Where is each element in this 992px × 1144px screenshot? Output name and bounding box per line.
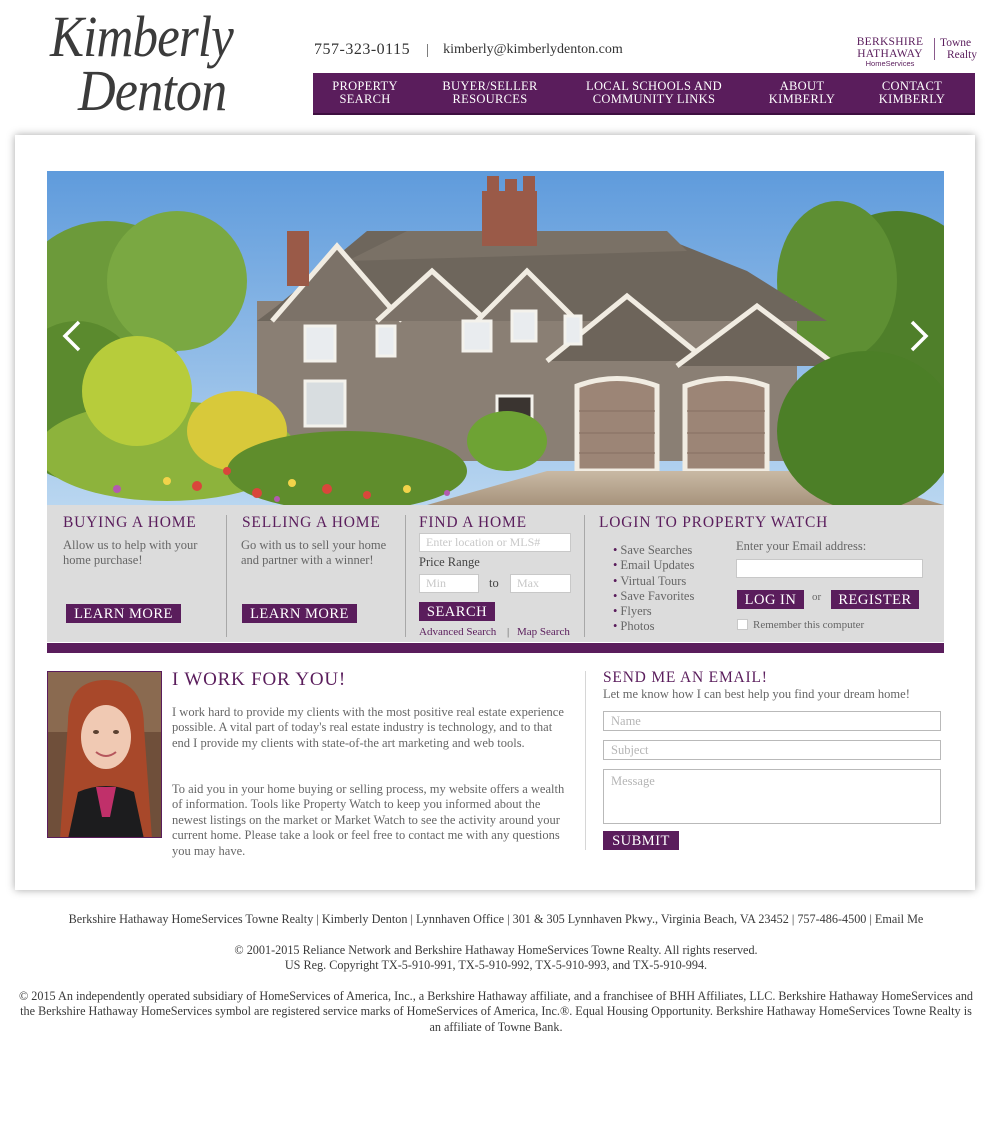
slideshow-next-arrow[interactable] <box>904 316 934 356</box>
nav-about-kimberly[interactable]: ABOUT KIMBERLY <box>745 73 859 113</box>
nav-label: CONTACT KIMBERLY <box>878 79 946 106</box>
max-price-input[interactable]: Max <box>510 574 571 593</box>
location-search-input[interactable]: Enter location or MLS# <box>419 533 571 552</box>
bullet-icon: • <box>613 558 618 573</box>
buying-home-text: Allow us to help with your home purchase… <box>63 538 198 567</box>
column-divider <box>584 515 585 637</box>
feature-label: Virtual Tours <box>620 573 687 588</box>
find-home-heading: FIND A HOME <box>419 514 527 531</box>
main-nav: PROPERTY SEARCH BUYER/SELLER RESOURCES L… <box>313 73 975 115</box>
bh-logo-name: BERKSHIRE HATHAWAY <box>852 36 928 60</box>
selling-home-heading: SELLING A HOME <box>242 514 381 531</box>
price-range-label: Price Range <box>419 555 480 569</box>
bh-logo-towne: Towne Realty <box>940 37 977 61</box>
bullet-icon: • <box>613 573 618 588</box>
column-divider <box>405 515 406 637</box>
selling-home-text: Go with us to sell your home and partner… <box>241 538 387 567</box>
hero-slideshow <box>47 171 944 505</box>
property-watch-heading: LOGIN TO PROPERTY WATCH <box>599 514 829 531</box>
nav-property-search[interactable]: PROPERTY SEARCH <box>313 73 417 113</box>
nav-label: ABOUT KIMBERLY <box>768 79 836 106</box>
header-separator: | <box>426 41 430 58</box>
feature-label: Email Updates <box>620 558 695 573</box>
nav-label: PROPERTY SEARCH <box>332 79 398 106</box>
bh-logo-divider <box>934 38 935 60</box>
buying-home-heading: BUYING A HOME <box>63 514 197 531</box>
bullet-icon: • <box>613 604 618 619</box>
min-price-input[interactable]: Min <box>419 574 479 593</box>
column-divider <box>226 515 227 637</box>
bullet-icon: • <box>613 588 618 603</box>
email-address-label: Enter your Email address: <box>736 539 867 553</box>
name-field[interactable]: Name <box>603 711 941 731</box>
selling-learn-more-button[interactable]: LEARN MORE <box>242 604 357 623</box>
email-form-subtitle: Let me know how I can best help you find… <box>603 687 910 701</box>
login-email-input[interactable] <box>736 559 923 578</box>
footer-reg-copyright: US Reg. Copyright TX-5-910-991, TX-5-910… <box>284 958 708 972</box>
list-item: • Virtual Tours <box>613 574 694 589</box>
footer-legal: © 2015 An independently operated subsidi… <box>18 989 974 1034</box>
agent-portrait <box>48 672 161 837</box>
bh-logo-towne2: Realty <box>947 49 978 61</box>
message-field[interactable]: Message <box>603 769 941 824</box>
section-divider-bar <box>47 643 944 653</box>
agent-photo <box>47 671 162 838</box>
bio-heading: I WORK FOR YOU! <box>172 669 347 690</box>
header-email-link[interactable]: kimberly@kimberlydenton.com <box>443 42 623 58</box>
feature-label: Photos <box>620 619 655 634</box>
feature-label: Flyers <box>620 604 652 619</box>
remember-label: Remember this computer <box>753 619 865 631</box>
list-item: • Email Updates <box>613 558 694 573</box>
search-button[interactable]: SEARCH <box>419 602 495 621</box>
nav-contact-kimberly[interactable]: CONTACT KIMBERLY <box>859 73 965 113</box>
list-item: • Photos <box>613 619 694 634</box>
buying-learn-more-button[interactable]: LEARN MORE <box>66 604 181 623</box>
site-logo[interactable]: Kimberly Denton <box>48 8 258 123</box>
nav-label: BUYER/SELLER RESOURCES <box>442 79 538 106</box>
email-form-heading: SEND ME AN EMAIL! <box>603 669 768 686</box>
submit-button[interactable]: SUBMIT <box>603 831 679 850</box>
list-item: • Save Favorites <box>613 589 694 604</box>
bh-logo-line1: BERKSHIRE <box>856 36 924 48</box>
bio-paragraph-2: To aid you in your home buying or sellin… <box>172 782 565 858</box>
subject-field[interactable]: Subject <box>603 740 941 760</box>
nav-local-schools[interactable]: LOCAL SCHOOLS AND COMMUNITY LINKS <box>563 73 745 113</box>
header-contact: 757-323-0115 | kimberly@kimberlydenton.c… <box>314 40 623 60</box>
property-watch-features: • Save Searches • Email Updates • Virtual T… <box>613 543 694 635</box>
advanced-search-link[interactable]: Advanced Search <box>419 626 496 638</box>
bullet-icon: • <box>613 543 618 557</box>
bio-paragraph-1: I work hard to provide my clients with t… <box>172 705 564 750</box>
content-divider <box>585 671 586 850</box>
or-label: or <box>812 591 822 603</box>
nav-buyer-seller-resources[interactable]: BUYER/SELLER RESOURCES <box>417 73 563 113</box>
feature-label: Save Favorites <box>620 588 695 603</box>
map-search-link[interactable]: Map Search <box>517 626 570 638</box>
remember-checkbox[interactable] <box>737 619 748 630</box>
logo-last-name: Denton <box>78 58 227 123</box>
link-separator: | <box>507 626 510 638</box>
list-item: • Save Searches <box>613 543 694 558</box>
slideshow-prev-arrow[interactable] <box>57 316 87 356</box>
bh-logo-sub: HomeServices <box>865 59 915 68</box>
footer-office-line: Berkshire Hathaway HomeServices Towne Re… <box>68 912 924 926</box>
main-card: BUYING A HOME Allow us to help with your… <box>15 135 975 890</box>
hero-house-image <box>47 171 944 505</box>
login-button[interactable]: LOG IN <box>737 590 804 609</box>
list-item: • Flyers <box>613 604 694 619</box>
berkshire-hathaway-logo[interactable]: BERKSHIRE HATHAWAY HomeServices Towne Re… <box>852 36 977 68</box>
tools-panel: BUYING A HOME Allow us to help with your… <box>47 505 944 642</box>
register-button[interactable]: REGISTER <box>831 590 919 609</box>
nav-label: LOCAL SCHOOLS AND COMMUNITY LINKS <box>586 79 722 106</box>
price-to-label: to <box>489 576 499 590</box>
header-phone[interactable]: 757-323-0115 <box>314 41 410 59</box>
footer-copyright: © 2001-2015 Reliance Network and Berkshi… <box>234 943 758 957</box>
feature-label: Save Searches <box>620 543 693 557</box>
bullet-icon: • <box>613 619 618 634</box>
bh-logo-towne1: Towne <box>940 37 972 49</box>
